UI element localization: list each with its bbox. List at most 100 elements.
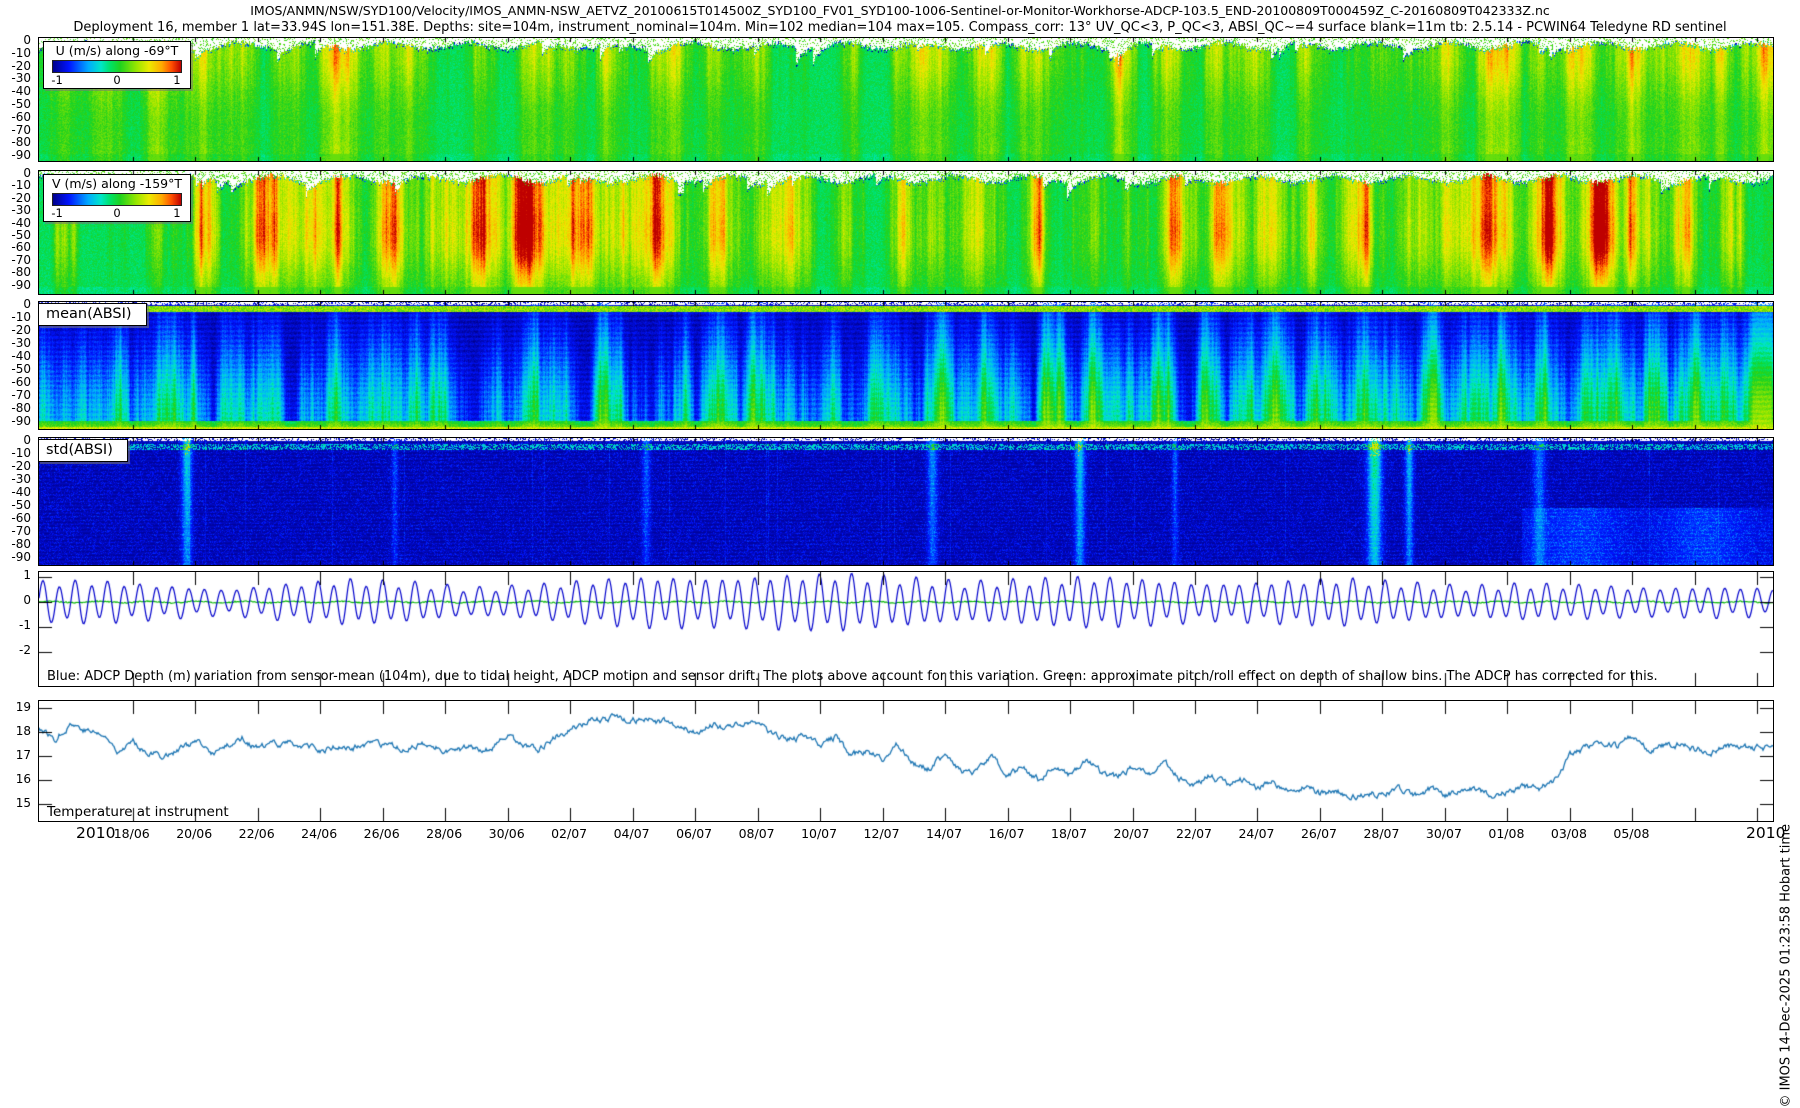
y-tick-label: -40 [11,350,31,362]
panel-depth-variation: 10-1-2 Blue: ADCP Depth (m) variation fr… [38,571,1772,687]
x-tick-label: 18/07 [1051,826,1087,841]
y-tick-label: 0 [23,167,31,179]
x-tick-label: 18/06 [114,826,150,841]
depth-variation-axis: 1 0 -1 -2 [0,571,35,687]
v-legend: V (m/s) along -159°T -1 0 1 [43,174,191,222]
y-tick-label: -90 [11,149,31,161]
v-colorbar-ticks: -1 0 1 [44,206,190,220]
v-legend-title: V (m/s) along -159°T [44,176,190,192]
depth-variation-note: Blue: ADCP Depth (m) variation from sens… [47,669,1658,684]
y-tick-label: -10 [11,311,31,323]
y-tick-label: -20 [11,460,31,472]
y-tick-label: -10 [11,447,31,459]
absi-std-depth-axis: 0-10-20-30-40-50-60-70-80-90 [0,437,35,566]
x-tick-label: 05/08 [1613,826,1649,841]
u-legend-title: U (m/s) along -69°T [44,43,190,59]
y-tick-label: -70 [11,525,31,537]
x-tick-label: 02/07 [551,826,587,841]
y-tick-label: -50 [11,499,31,511]
y-tick-label: -40 [11,217,31,229]
y-tick-label: -60 [11,111,31,123]
y-tick-label: -40 [11,486,31,498]
x-tick-label: 30/06 [489,826,525,841]
y-tick-label: -60 [11,376,31,388]
u-colorbar-ticks: -1 0 1 [44,73,190,87]
x-tick-label: 22/06 [239,826,275,841]
y-tick-label: -30 [11,204,31,216]
y-tick-label: -60 [11,241,31,253]
x-tick-label: 16/07 [989,826,1025,841]
colorbar-tick-label: -1 [51,73,62,87]
y-tick-label: -80 [11,266,31,278]
v-colorbar [52,193,182,206]
y-tick-label: -30 [11,337,31,349]
y-tick-label: -70 [11,389,31,401]
colorbar-tick-label: 1 [173,206,180,220]
u-legend: U (m/s) along -69°T -1 0 1 [43,41,191,89]
y-tick-label: -30 [11,72,31,84]
figure-subtitle: Deployment 16, member 1 lat=33.94S lon=1… [0,20,1800,35]
x-tick-label: 22/07 [1176,826,1212,841]
y-tick-label: -30 [11,473,31,485]
y-tick-label: -70 [11,254,31,266]
y-tick-label: 0 [23,434,31,446]
v-depth-axis: 0-10-20-30-40-50-60-70-80-90 [0,170,35,295]
y-tick-label: 15 [16,797,31,809]
absi-mean-depth-axis: 0-10-20-30-40-50-60-70-80-90 [0,301,35,430]
absi-std-heatmap [38,437,1774,566]
y-tick-label: -80 [11,402,31,414]
u-depth-axis: 0-10-20-30-40-50-60-70-80-90 [0,37,35,162]
colorbar-tick-label: 0 [113,206,120,220]
x-tick-label: 26/07 [1301,826,1337,841]
y-tick-label: 0 [23,594,31,606]
x-tick-label: 03/08 [1551,826,1587,841]
panel-absi-std: 0-10-20-30-40-50-60-70-80-90 std(ABSI) [38,437,1772,566]
year-label-left: 2010 [76,824,115,842]
x-tick-label: 26/06 [364,826,400,841]
y-tick-label: -1 [19,619,31,631]
x-tick-label: 06/07 [676,826,712,841]
y-tick-label: -60 [11,512,31,524]
x-tick-label: 08/07 [739,826,775,841]
panel-u-velocity: 0-10-20-30-40-50-60-70-80-90 U (m/s) alo… [38,37,1772,162]
y-tick-label: -80 [11,136,31,148]
x-tick-label: 24/06 [301,826,337,841]
y-tick-label: -10 [11,47,31,59]
colorbar-tick-label: 0 [113,73,120,87]
y-tick-label: 1 [23,569,31,581]
temperature-axis: 1918171615 [0,700,35,822]
u-velocity-heatmap [38,37,1774,162]
y-tick-label: 19 [16,701,31,713]
y-tick-label: 17 [16,749,31,761]
y-tick-label: -70 [11,124,31,136]
y-tick-label: -40 [11,85,31,97]
absi-mean-label: mean(ABSI) [38,303,147,326]
colorbar-tick-label: -1 [51,206,62,220]
y-tick-label: -50 [11,363,31,375]
x-tick-label: 28/07 [1363,826,1399,841]
x-tick-label: 10/07 [801,826,837,841]
x-tick-label: 20/06 [176,826,212,841]
x-tick-label: 04/07 [614,826,650,841]
u-colorbar [52,60,182,73]
y-tick-label: -80 [11,538,31,550]
y-tick-label: -90 [11,279,31,291]
v-velocity-heatmap [38,170,1774,295]
y-tick-label: 18 [16,725,31,737]
x-tick-label: 01/08 [1488,826,1524,841]
y-tick-label: -90 [11,415,31,427]
copyright-text: © IMOS 14-Dec-2025 01:23:58 Hobart time [1779,824,1794,1108]
colorbar-tick-label: 1 [173,73,180,87]
x-tick-label: 28/06 [426,826,462,841]
x-tick-label: 14/07 [926,826,962,841]
temperature-plot [38,700,1774,822]
temperature-label: Temperature at instrument [47,804,229,820]
y-tick-label: -90 [11,551,31,563]
y-tick-label: 0 [23,298,31,310]
y-tick-label: -2 [19,644,31,656]
x-tick-label: 12/07 [864,826,900,841]
x-tick-label: 30/07 [1426,826,1462,841]
panel-absi-mean: 0-10-20-30-40-50-60-70-80-90 mean(ABSI) [38,301,1772,430]
x-axis: 2010 18/06 20/06 22/06 24/06 26/06 28/06 30/06… [0,822,1800,848]
y-tick-label: -20 [11,192,31,204]
